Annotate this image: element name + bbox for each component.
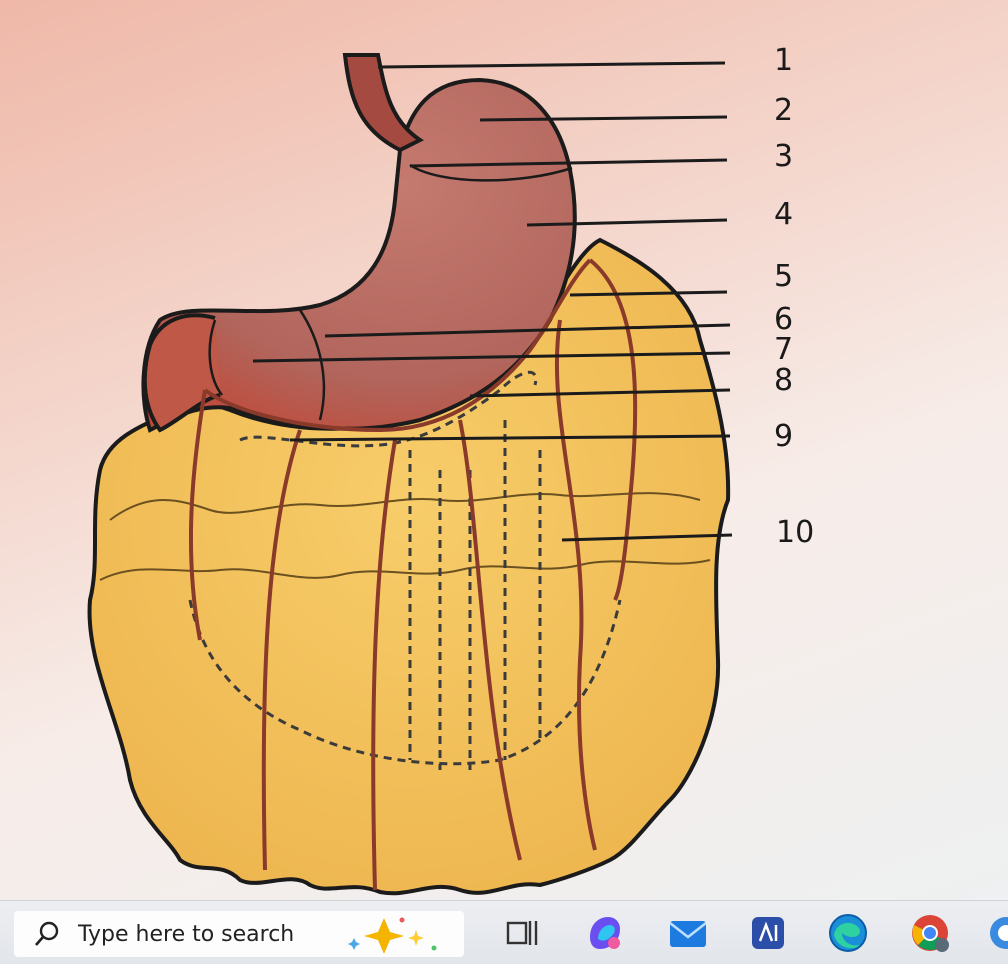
label-3: 3 — [774, 139, 794, 174]
search-placeholder: Type here to search — [78, 921, 295, 947]
label-9: 9 — [774, 419, 794, 454]
taskbar: Type here to search — [0, 900, 1008, 964]
label-6: 6 — [774, 302, 794, 337]
mail-icon[interactable] — [664, 909, 712, 957]
app-icon[interactable] — [744, 909, 792, 957]
app-partial-icon[interactable] — [984, 909, 1008, 957]
chrome-icon[interactable] — [906, 909, 954, 957]
search-icon — [35, 921, 59, 946]
label-10: 10 — [776, 515, 815, 550]
copilot-app-icon[interactable] — [580, 909, 628, 957]
label-1: 1 — [774, 43, 794, 78]
esophagus — [342, 53, 424, 153]
label-4: 4 — [774, 197, 794, 232]
taskbar-search-box[interactable]: Type here to search — [14, 911, 464, 957]
edge-icon[interactable] — [824, 909, 872, 957]
label-7: 7 — [774, 332, 794, 367]
task-view-icon[interactable] — [498, 909, 546, 957]
label-5: 5 — [774, 259, 794, 294]
stomach-omentum-diagram — [87, 53, 733, 896]
screen: 1 2 3 4 5 6 7 8 9 10 Type here to search — [0, 0, 1008, 964]
label-8: 8 — [774, 363, 794, 398]
copilot-sparkle-icon — [348, 917, 437, 954]
label-2: 2 — [774, 93, 794, 128]
